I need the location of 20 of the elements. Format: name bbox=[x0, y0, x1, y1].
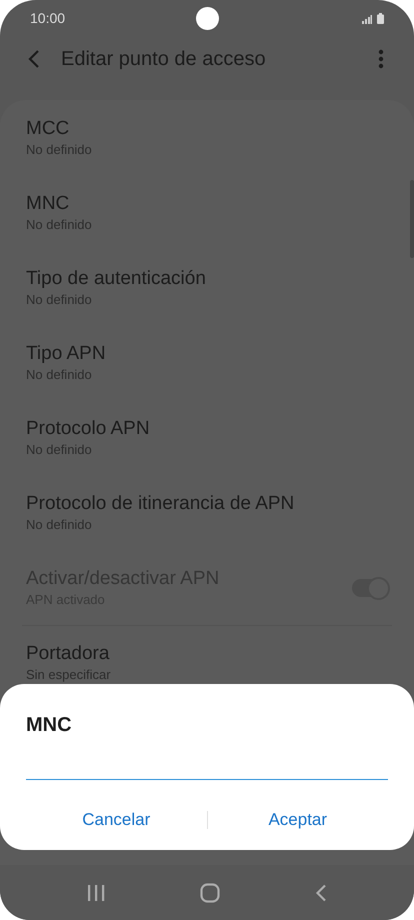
page-title: Editar punto de acceso bbox=[61, 48, 266, 70]
camera-hole bbox=[196, 7, 219, 30]
setting-title: Tipo APN bbox=[26, 342, 106, 366]
setting-title: MCC bbox=[26, 117, 70, 141]
signal-icon bbox=[362, 14, 372, 24]
setting-title: Protocolo APN bbox=[26, 417, 150, 441]
dialog-title: MNC bbox=[26, 714, 73, 737]
dialog-button[interactable]: Aceptar bbox=[208, 802, 388, 838]
setting-title: MNC bbox=[26, 192, 70, 216]
setting-title: Portadora bbox=[26, 642, 110, 666]
more-options-icon[interactable] bbox=[378, 49, 384, 69]
setting-title: Tipo de autenticación bbox=[26, 267, 206, 291]
home-icon[interactable] bbox=[200, 882, 220, 902]
back-icon[interactable] bbox=[28, 49, 40, 69]
dialog-button[interactable]: Cancelar bbox=[26, 802, 206, 838]
setting-title: Protocolo de itinerancia de APN bbox=[26, 492, 294, 516]
battery-icon bbox=[377, 12, 384, 24]
recents-icon[interactable] bbox=[87, 884, 106, 902]
back-icon[interactable] bbox=[314, 884, 327, 902]
status-time: 10:00 bbox=[30, 10, 66, 26]
